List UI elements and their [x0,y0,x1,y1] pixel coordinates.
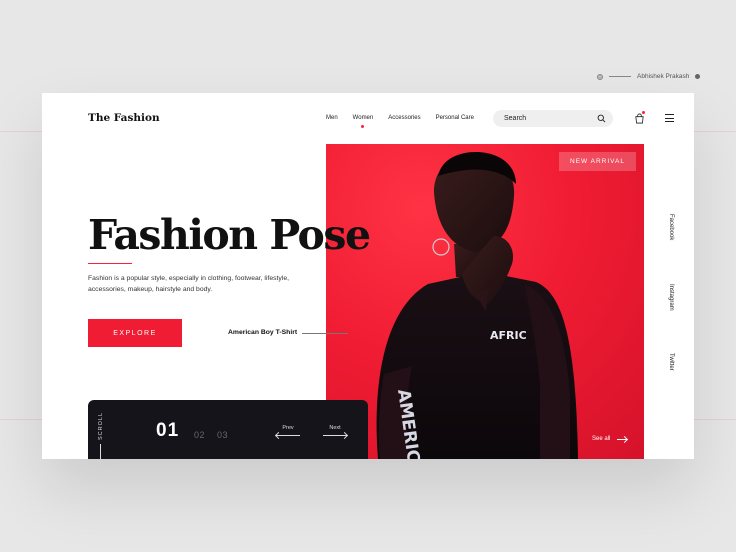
author-name: Abhishek Prakash [637,73,690,80]
model-illustration: AFRIC AMERICAN BOY [376,152,578,459]
guide-line [694,419,736,420]
see-all-label: See all [592,436,611,442]
author-credit: Abhishek Prakash [597,73,701,80]
social-facebook[interactable]: Facebook [668,214,674,240]
arrow-left-icon [276,435,300,436]
nav-women[interactable]: Women [353,115,373,128]
social-instagram[interactable]: Instagram [668,284,674,311]
author-dot-icon [695,74,701,79]
title-underline [88,263,132,264]
scroll-label: SCROLL [98,411,104,440]
nav-personal-care[interactable]: Personal Care [436,115,474,121]
product-label[interactable]: American Boy T-Shirt [228,329,297,336]
search-input[interactable]: Search [493,110,613,127]
slide-pager: SCROLL 01 02 03 Prev Next [88,400,368,459]
hamburger-menu-icon[interactable] [665,114,674,122]
hero-description: Fashion is a popular style, especially i… [88,275,289,293]
new-arrival-badge: NEW ARRIVAL [559,152,636,171]
current-slide-number: 01 [156,420,180,441]
prev-label: Prev [282,425,294,431]
prev-button[interactable]: Prev [276,425,300,436]
divider-line [609,76,631,77]
guide-line [694,131,736,132]
search-icon[interactable] [597,114,606,123]
main-nav: Men Women Accessories Personal Care [326,115,474,128]
slide-number-3[interactable]: 03 [217,430,228,440]
arrow-right-icon [323,435,347,436]
next-button[interactable]: Next [323,425,347,436]
nav-men[interactable]: Men [326,115,338,121]
scroll-indicator[interactable] [100,444,101,459]
next-label: Next [329,425,341,431]
nav-accessories[interactable]: Accessories [388,115,420,121]
social-twitter[interactable]: Twitter [668,353,674,371]
hero-image: AFRIC AMERICAN BOY NEW ARRIVAL See all [326,144,644,459]
cart-badge [642,111,645,114]
logo[interactable]: The Fashion [88,112,160,124]
shirt-print-chest: AFRIC [490,329,527,342]
explore-button[interactable]: EXPLORE [88,319,182,347]
product-pointer-line [302,333,348,334]
search-placeholder: Search [504,115,527,122]
settings-icon[interactable] [597,73,603,80]
hero-title: Fashion Pose [88,211,371,259]
arrow-right-icon [617,438,628,440]
landing-card: The Fashion Men Women Accessories Person… [42,93,694,459]
guide-line [0,131,42,132]
guide-line [0,419,42,420]
see-all-link[interactable]: See all [592,436,628,442]
shopping-bag-icon[interactable] [634,113,645,124]
slide-number-2[interactable]: 02 [194,430,205,440]
